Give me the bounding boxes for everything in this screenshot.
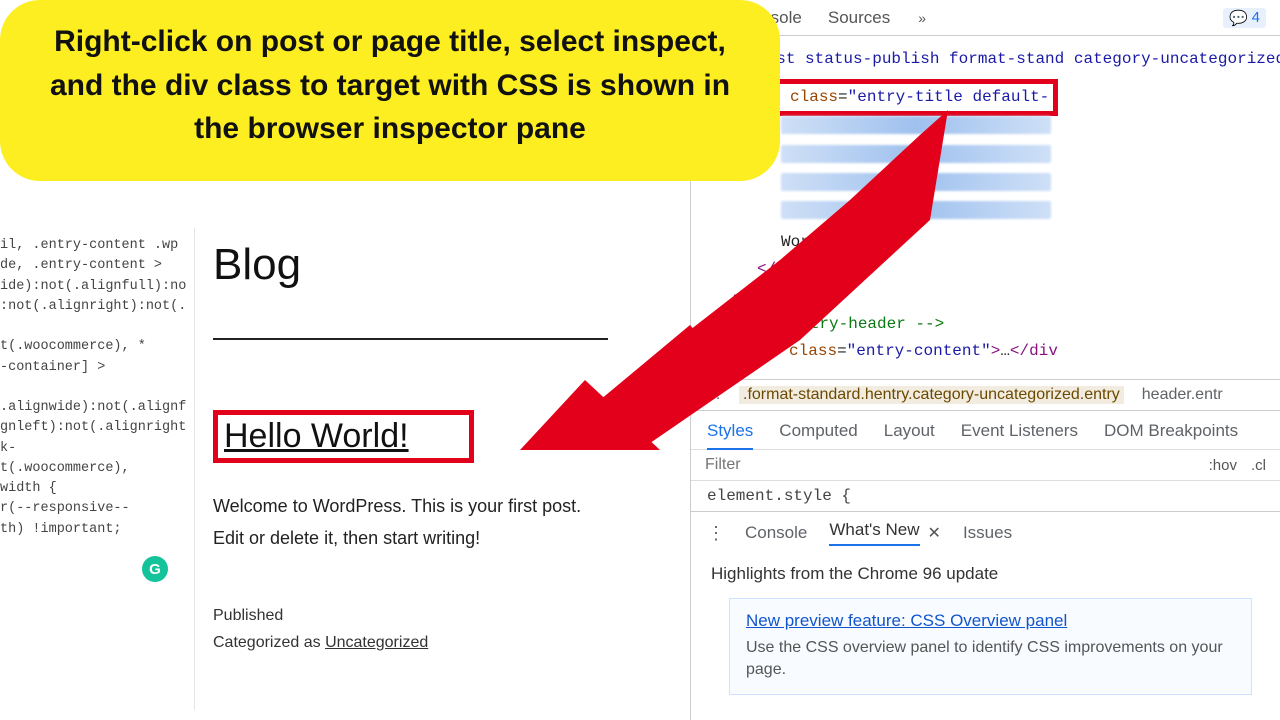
messages-badge[interactable]: 💬 4 [1223, 8, 1266, 28]
blurred-line [781, 173, 1051, 191]
drawer-tab-whatsnew[interactable]: What's New [829, 520, 919, 546]
meta-published: Published [213, 602, 627, 629]
tab-event-listeners[interactable]: Event Listeners [961, 421, 1078, 441]
grammarly-icon[interactable]: G [142, 556, 168, 582]
dom-text-world[interactable]: World! [781, 233, 839, 251]
preview-card[interactable]: New preview feature: CSS Overview panel … [729, 598, 1252, 695]
post-meta: Published Categorized as Uncategorized [213, 602, 627, 656]
breadcrumb-ellipsis[interactable]: … [705, 386, 721, 404]
elements-breadcrumb[interactable]: … .format-standard.hentry.category-uncat… [691, 379, 1280, 411]
blurred-line [781, 201, 1051, 219]
dom-header-close[interactable]: </header> [733, 288, 819, 306]
left-css-snippet: il, .entry-content .wp de, .entry-conten… [0, 228, 195, 710]
styles-filter-row: :hov .cl [691, 450, 1280, 481]
tab-layout[interactable]: Layout [884, 421, 935, 441]
tab-computed[interactable]: Computed [779, 421, 857, 441]
devtools-drawer: ⋮ Console What's New ✕ Issues Highlights… [691, 511, 1280, 709]
tab-styles[interactable]: Styles [707, 421, 753, 450]
annotation-text: Right-click on post or page title, selec… [40, 20, 740, 151]
drawer-tabs: ⋮ Console What's New ✕ Issues [691, 512, 1280, 554]
post-body: Welcome to WordPress. This is your first… [213, 491, 613, 554]
tab-dom-breakpoints[interactable]: DOM Breakpoints [1104, 421, 1238, 441]
blog-heading: Blog [213, 240, 627, 290]
dom-article-classes[interactable]: type-post status-publish format-stand ca… [709, 46, 1272, 73]
breadcrumb-item[interactable]: .format-standard.hentry.category-uncateg… [739, 386, 1124, 404]
blurred-line [781, 116, 1051, 134]
tab-sources[interactable]: Sources [828, 8, 890, 28]
breadcrumb-item[interactable]: header.entr [1142, 386, 1223, 404]
styles-filter-input[interactable] [705, 456, 1209, 474]
dom-h2-close[interactable]: </h2> [757, 260, 805, 278]
post-title-highlight: Hello World! [213, 410, 474, 463]
drawer-tab-console[interactable]: Console [745, 523, 807, 543]
meta-cat-link[interactable]: Uncategorized [325, 634, 428, 651]
blurred-line [781, 145, 1051, 163]
hov-toggle[interactable]: :hov [1209, 457, 1237, 474]
close-icon[interactable]: ✕ [928, 523, 941, 543]
tabs-overflow-icon[interactable]: » [918, 10, 926, 26]
element-style-block[interactable]: element.style { [691, 481, 1280, 511]
drawer-tab-issues[interactable]: Issues [963, 523, 1012, 543]
highlighted-h2-open: ▼<h2 class="entry-title default- [733, 79, 1058, 116]
post-title[interactable]: Hello World! [224, 417, 409, 455]
dom-header-comment: <!-- .entry-header --> [733, 315, 944, 333]
whatsnew-heading: Highlights from the Chrome 96 update [711, 564, 1260, 584]
chat-icon: 💬 [1229, 9, 1248, 27]
meta-cat-label: Categorized as [213, 634, 325, 651]
divider [213, 338, 608, 340]
drawer-menu-icon[interactable]: ⋮ [707, 523, 723, 544]
devtools-top-tabs: s Console Sources » 💬 4 [691, 0, 1280, 36]
preview-card-title[interactable]: New preview feature: CSS Overview panel [746, 611, 1235, 631]
preview-card-desc: Use the CSS overview panel to identify C… [746, 637, 1235, 682]
cls-toggle[interactable]: .cl [1251, 457, 1266, 474]
annotation-callout: Right-click on post or page title, selec… [0, 0, 780, 181]
messages-count: 4 [1252, 9, 1260, 26]
page-preview: Blog Hello World! Welcome to WordPress. … [195, 220, 645, 720]
styles-tabs: Styles Computed Layout Event Listeners D… [691, 411, 1280, 450]
